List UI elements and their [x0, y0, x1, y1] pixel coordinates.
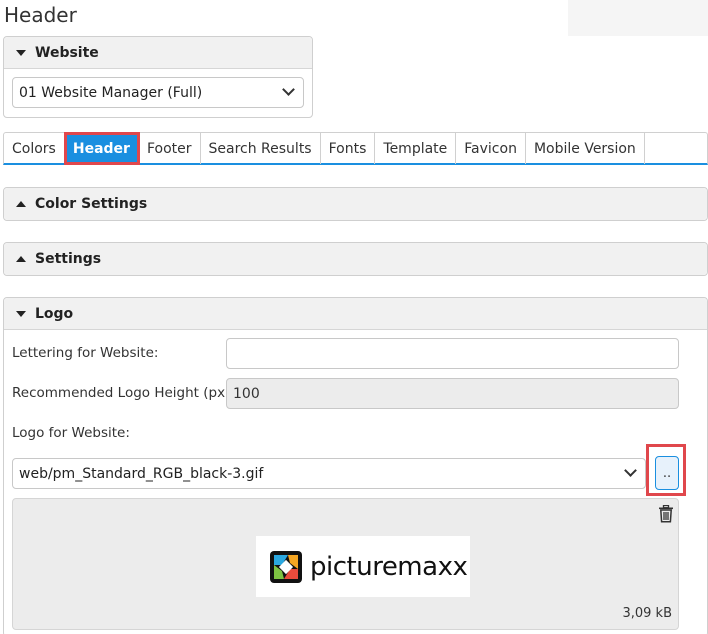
caret-up-icon: [16, 256, 26, 262]
picturemaxx-logo-icon: [270, 550, 302, 583]
color-settings-header[interactable]: Color Settings: [4, 188, 707, 220]
tab-colors[interactable]: Colors: [4, 133, 65, 164]
settings-tabs: Colors Header Footer Search Results Font…: [3, 132, 708, 165]
website-panel-title: Website: [35, 44, 99, 61]
logo-height-input: 100: [226, 378, 679, 409]
tab-search-results[interactable]: Search Results: [201, 133, 321, 164]
logo-file-label: Logo for Website:: [12, 425, 130, 441]
browse-button[interactable]: ..: [655, 456, 679, 490]
tab-footer[interactable]: Footer: [139, 133, 201, 164]
tab-template[interactable]: Template: [375, 133, 457, 164]
settings-header[interactable]: Settings: [4, 243, 707, 275]
website-select-value: 01 Website Manager (Full): [19, 84, 203, 101]
trash-icon[interactable]: [658, 504, 674, 527]
tab-favicon[interactable]: Favicon: [456, 133, 526, 164]
logo-height-label: Recommended Logo Height (px):: [12, 385, 235, 401]
logo-file-select[interactable]: web/pm_Standard_RGB_black-3.gif: [12, 458, 646, 489]
tab-mobile-version[interactable]: Mobile Version: [526, 133, 645, 164]
caret-down-icon: [16, 49, 26, 56]
chevron-down-icon: [282, 83, 295, 96]
lettering-label: Lettering for Website:: [12, 345, 159, 361]
tab-fonts[interactable]: Fonts: [321, 133, 376, 164]
settings-panel: Settings: [3, 242, 708, 276]
color-settings-panel: Color Settings: [3, 187, 708, 221]
logo-title: Logo: [35, 305, 74, 322]
logo-wordmark: picturemaxx: [310, 551, 468, 582]
lettering-input[interactable]: [226, 338, 679, 369]
tab-header[interactable]: Header: [63, 132, 140, 165]
top-right-placeholder: [568, 0, 708, 36]
color-settings-title: Color Settings: [35, 196, 148, 212]
website-panel-header[interactable]: Website: [4, 37, 312, 69]
caret-down-icon: [16, 310, 26, 317]
file-size: 3,09 kB: [622, 606, 672, 621]
logo-preview: picturemaxx 3,09 kB: [12, 498, 679, 630]
page-title: Header: [4, 3, 77, 27]
website-select[interactable]: 01 Website Manager (Full): [12, 77, 304, 108]
logo-height-value: 100: [233, 385, 260, 402]
logo-file-value: web/pm_Standard_RGB_black-3.gif: [19, 465, 264, 482]
logo-image: picturemaxx: [256, 536, 470, 597]
caret-up-icon: [16, 201, 26, 207]
chevron-down-icon: [624, 464, 637, 477]
logo-header[interactable]: Logo: [4, 298, 707, 330]
settings-title: Settings: [35, 251, 102, 267]
